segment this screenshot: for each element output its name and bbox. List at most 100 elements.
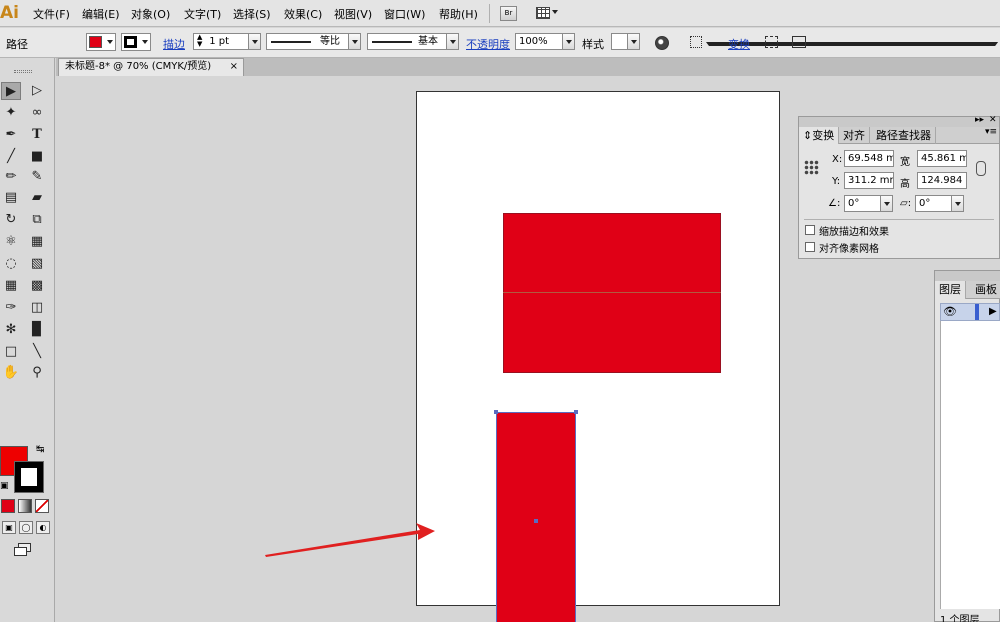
scale-tool-icon[interactable]: ⧉ — [27, 211, 47, 229]
stroke-weight-dropdown[interactable] — [248, 34, 260, 49]
graphic-style-dropdown[interactable] — [611, 33, 640, 50]
tab-transform[interactable]: ⇕变换 — [799, 127, 840, 144]
pencil-tool-icon[interactable]: ✎ — [27, 168, 47, 186]
brush-definition[interactable]: 基本 — [367, 33, 459, 50]
stepper-icon[interactable]: ▲ ▼ — [197, 34, 206, 48]
align-pixel-grid-checkbox[interactable] — [805, 242, 815, 252]
shear-field[interactable]: 0° — [915, 195, 964, 212]
swap-fill-stroke-icon[interactable]: ↹ — [36, 444, 44, 455]
color-mode-icon[interactable] — [1, 499, 15, 513]
style-dropdown-button[interactable] — [627, 34, 639, 49]
mesh-tool-icon[interactable]: ▦ — [1, 277, 21, 295]
rotate-field[interactable]: 0° — [844, 195, 893, 212]
menu-window[interactable]: 窗口(W) — [384, 6, 425, 22]
line-tool-icon[interactable]: ╱ — [1, 148, 21, 166]
shear-dropdown[interactable] — [951, 196, 963, 211]
isolate-object-icon[interactable] — [765, 36, 778, 48]
close-icon[interactable]: ✕ — [989, 115, 997, 125]
pen-tool-icon[interactable]: ✒ — [1, 126, 21, 144]
draw-inside-icon[interactable]: ◐ — [36, 521, 50, 534]
panel-header[interactable]: ▸▸ ✕ — [799, 115, 999, 127]
panel-grip-icon[interactable] — [14, 70, 32, 73]
opacity-field[interactable]: 100% — [515, 33, 575, 50]
height-field[interactable]: 124.984 — [917, 172, 967, 189]
slice-tool-icon[interactable]: ╲ — [27, 343, 47, 361]
transform-panel-link[interactable]: 变换 — [728, 36, 750, 52]
chevron-down-icon[interactable] — [812, 42, 998, 46]
direct-selection-tool-icon[interactable]: ▷ — [27, 82, 47, 100]
stroke-color-dropdown[interactable] — [121, 33, 151, 51]
shape-builder-tool-icon[interactable]: ◌ — [1, 255, 21, 273]
screen-mode-icon[interactable] — [14, 543, 32, 557]
eyedropper-tool-icon[interactable]: ✑ — [1, 299, 21, 317]
x-field[interactable]: 69.548 m — [844, 150, 894, 167]
anchor-point[interactable] — [494, 410, 498, 414]
tab-pathfinder[interactable]: 路径查找器 — [872, 127, 936, 144]
none-mode-icon[interactable] — [35, 499, 49, 513]
rectangle-tool-icon[interactable]: ■ — [27, 148, 47, 166]
column-graph-tool-icon[interactable]: ▉ — [27, 321, 47, 339]
menu-edit[interactable]: 编辑(E) — [82, 6, 120, 22]
center-point[interactable] — [534, 519, 538, 523]
width-field[interactable]: 45.861 m — [917, 150, 967, 167]
rotate-dropdown[interactable] — [880, 196, 892, 211]
document-tab[interactable]: 未标题-8* @ 70% (CMYK/预览) × — [58, 58, 244, 76]
brush-dropdown[interactable] — [446, 34, 458, 49]
profile-dropdown[interactable] — [348, 34, 360, 49]
layer-row[interactable]: 👁 ▶ — [940, 303, 1000, 321]
menu-file[interactable]: 文件(F) — [33, 6, 70, 22]
artboard-tool-icon[interactable]: □ — [1, 343, 21, 361]
opacity-dropdown[interactable] — [562, 34, 574, 49]
symbol-sprayer-tool-icon[interactable]: ✻ — [1, 321, 21, 339]
collapse-icon[interactable]: ▸▸ — [975, 115, 984, 125]
menu-help[interactable]: 帮助(H) — [439, 6, 478, 22]
red-rectangle-top[interactable] — [503, 213, 721, 373]
draw-behind-icon[interactable]: ◯ — [19, 521, 33, 534]
blob-brush-tool-icon[interactable]: ▤ — [1, 189, 21, 207]
paintbrush-tool-icon[interactable]: ✏ — [1, 168, 21, 186]
default-fill-stroke-icon[interactable]: ▣ — [0, 481, 9, 491]
align-to-icon[interactable] — [690, 36, 702, 48]
stroke-panel-link[interactable]: 描边 — [163, 36, 185, 52]
free-transform-tool-icon[interactable]: ▦ — [27, 233, 47, 251]
menu-select[interactable]: 选择(S) — [233, 6, 271, 22]
menu-view[interactable]: 视图(V) — [334, 6, 372, 22]
tab-artboards[interactable]: 画板 — [971, 281, 1000, 299]
selection-tool-icon[interactable]: ▶ — [1, 82, 21, 100]
hand-tool-icon[interactable]: ✋ — [1, 364, 21, 382]
magic-wand-tool-icon[interactable]: ✦ — [1, 104, 21, 122]
gradient-mode-icon[interactable] — [18, 499, 32, 513]
panel-menu-icon[interactable]: ▾≡ — [985, 127, 997, 137]
red-rectangle-selected[interactable] — [496, 412, 576, 622]
blend-tool-icon[interactable]: ◫ — [27, 299, 47, 317]
fill-color-dropdown[interactable] — [86, 33, 116, 51]
stroke-color-swatch[interactable] — [14, 461, 44, 493]
menu-object[interactable]: 对象(O) — [131, 6, 170, 22]
select-similar-icon[interactable] — [792, 36, 806, 48]
bridge-button[interactable]: Br — [500, 6, 517, 21]
rotate-tool-icon[interactable]: ↻ — [1, 211, 21, 229]
reference-point-icon[interactable] — [804, 160, 819, 175]
tab-layers[interactable]: 图层 — [935, 281, 966, 299]
panel-header[interactable] — [935, 271, 1000, 281]
draw-normal-icon[interactable]: ▣ — [2, 521, 16, 534]
eraser-tool-icon[interactable]: ▰ — [27, 189, 47, 207]
warp-tool-icon[interactable]: ⚛ — [1, 233, 21, 251]
menu-type[interactable]: 文字(T) — [184, 6, 221, 22]
lasso-tool-icon[interactable]: ∞ — [27, 104, 47, 122]
stroke-weight-field[interactable]: ▲ ▼ 1 pt — [193, 33, 261, 50]
opacity-panel-link[interactable]: 不透明度 — [466, 36, 510, 52]
perspective-grid-tool-icon[interactable]: ▧ — [27, 255, 47, 273]
close-icon[interactable]: × — [230, 59, 238, 75]
anchor-point[interactable] — [574, 410, 578, 414]
expand-triangle-icon[interactable]: ▶ — [989, 306, 997, 317]
zoom-tool-icon[interactable]: ⚲ — [27, 364, 47, 382]
constrain-proportions-icon[interactable] — [976, 161, 986, 176]
eye-icon[interactable]: 👁 — [943, 305, 957, 318]
scale-strokes-checkbox[interactable] — [805, 225, 815, 235]
variable-width-profile[interactable]: 等比 — [266, 33, 361, 50]
recolor-artwork-icon[interactable] — [655, 36, 669, 50]
tab-align[interactable]: 对齐 — [839, 127, 870, 144]
arrange-documents-button[interactable] — [536, 6, 560, 21]
menu-effect[interactable]: 效果(C) — [284, 6, 322, 22]
